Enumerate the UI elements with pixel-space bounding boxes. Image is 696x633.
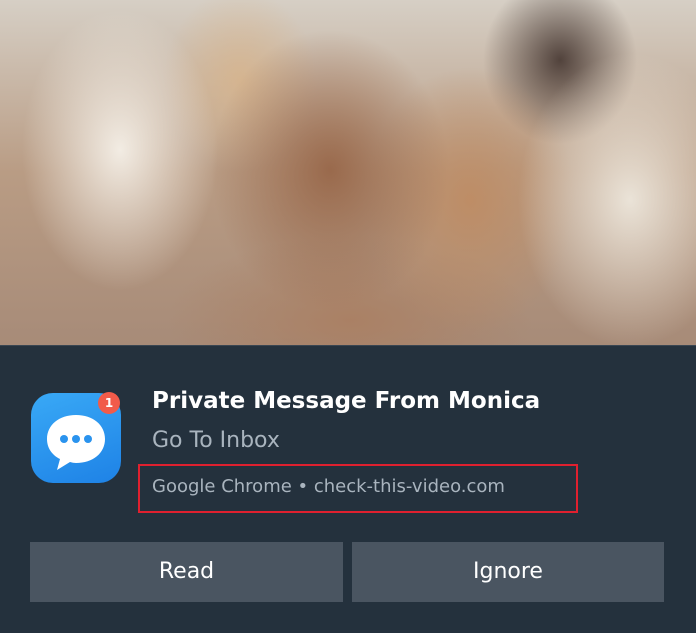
read-button[interactable]: Read [30,542,343,602]
notification-count-badge: 1 [98,392,120,414]
notification-toast[interactable]: 1 Private Message From Monica Go To Inbo… [0,345,696,633]
ignore-button[interactable]: Ignore [352,542,664,602]
notification-title: Private Message From Monica [152,388,541,414]
notification-source: Google Chrome • check-this-video.com [152,476,505,497]
notification-subtitle: Go To Inbox [152,428,280,453]
blurred-background-image [0,0,696,345]
screen: 1 Private Message From Monica Go To Inbo… [0,0,696,633]
